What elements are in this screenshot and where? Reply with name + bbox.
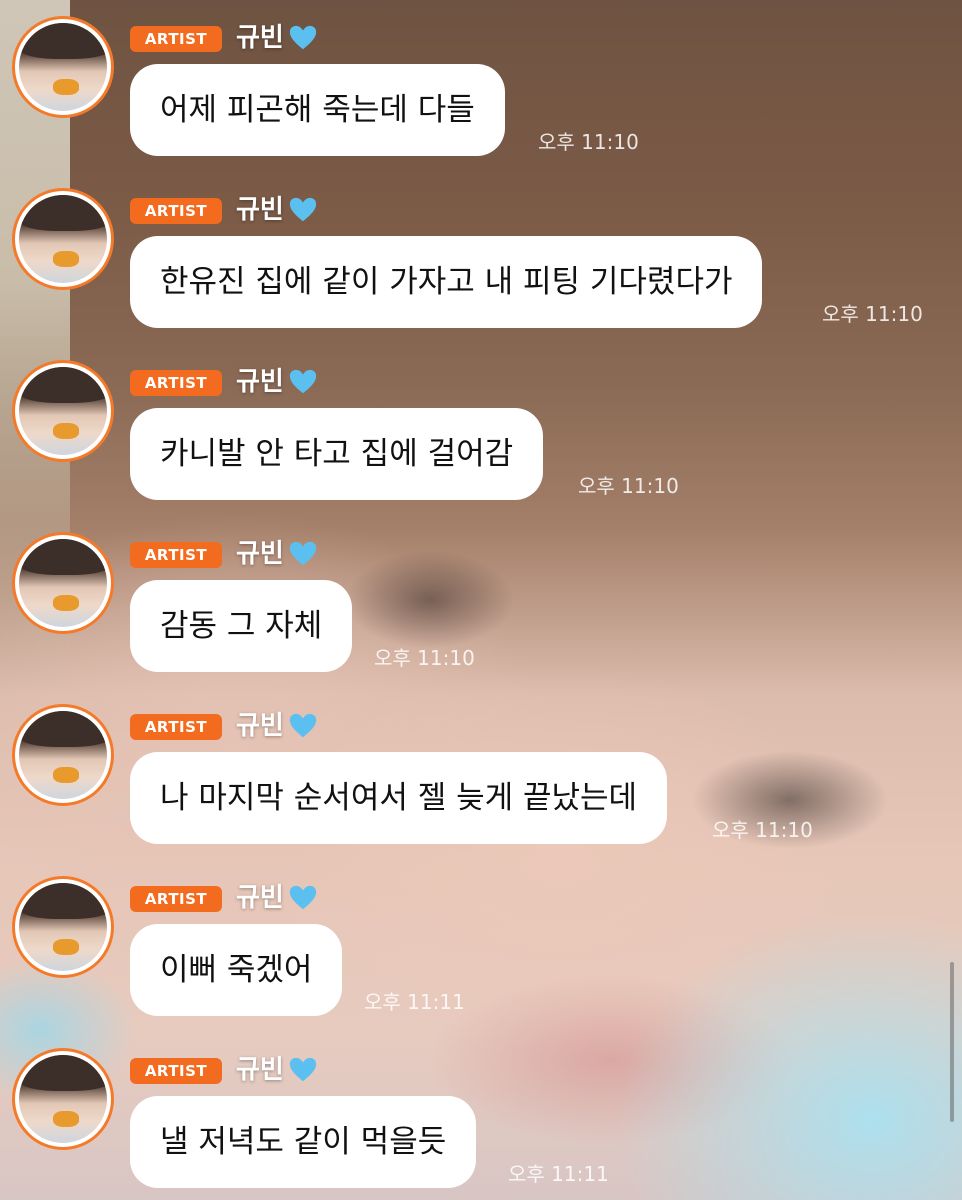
- artist-avatar[interactable]: [12, 188, 114, 290]
- chat-message: ARTIST 규빈 이뻐 죽겠어 오후 11:11: [0, 860, 962, 1032]
- chat-message: ARTIST 규빈 한유진 집에 같이 가자고 내 피팅 기다렸다가 오후 11…: [0, 172, 962, 344]
- artist-badge: ARTIST: [130, 714, 222, 740]
- message-bubble[interactable]: 이뻐 죽겠어: [130, 924, 343, 1016]
- message-time: 오후 11:10: [578, 474, 679, 498]
- chat-message: ARTIST 규빈 감동 그 자체 오후 11:10: [0, 516, 962, 688]
- message-time: 오후 11:10: [822, 302, 923, 326]
- artist-badge: ARTIST: [130, 198, 222, 224]
- scrollbar[interactable]: [950, 962, 954, 1122]
- sender-name-text: 규빈: [236, 1055, 284, 1085]
- sender-name-text: 규빈: [236, 711, 284, 741]
- artist-avatar[interactable]: [12, 532, 114, 634]
- sender-name-text: 규빈: [236, 23, 284, 53]
- sender-name: 규빈: [236, 192, 318, 228]
- sender-name-text: 규빈: [236, 883, 284, 913]
- message-time: 오후 11:10: [538, 130, 639, 154]
- message-bubble[interactable]: 감동 그 자체: [130, 580, 353, 672]
- sender-name: 규빈: [236, 20, 318, 56]
- chat-message: ARTIST 규빈 나 마지막 순서여서 젤 늦게 끝났는데 오후 11:10: [0, 688, 962, 860]
- message-bubble[interactable]: 한유진 집에 같이 가자고 내 피팅 기다렸다가: [130, 236, 763, 328]
- chat-message: ARTIST 규빈 카니발 안 타고 집에 걸어감 오후 11:10: [0, 344, 962, 516]
- message-bubble[interactable]: 나 마지막 순서여서 젤 늦게 끝났는데: [130, 752, 668, 844]
- blue-heart-icon: [289, 25, 316, 50]
- sender-name: 규빈: [236, 708, 318, 744]
- message-time: 오후 11:11: [508, 1162, 609, 1186]
- chat-message: ARTIST 규빈 낼 저녁도 같이 먹을듯 오후 11:11: [0, 1032, 962, 1200]
- sender-name: 규빈: [236, 880, 318, 916]
- message-time: 오후 11:10: [374, 646, 475, 670]
- chat-message: ARTIST 규빈 어제 피곤해 죽는데 다들 오후 11:10: [0, 0, 962, 172]
- blue-heart-icon: [289, 713, 316, 738]
- blue-heart-icon: [289, 197, 316, 222]
- blue-heart-icon: [289, 369, 316, 394]
- blue-heart-icon: [289, 885, 316, 910]
- artist-avatar[interactable]: [12, 704, 114, 806]
- artist-avatar[interactable]: [12, 360, 114, 462]
- sender-name: 규빈: [236, 1052, 318, 1088]
- artist-avatar[interactable]: [12, 1048, 114, 1150]
- artist-badge: ARTIST: [130, 370, 222, 396]
- blue-heart-icon: [289, 1057, 316, 1082]
- sender-name: 규빈: [236, 364, 318, 400]
- artist-badge: ARTIST: [130, 1058, 222, 1084]
- chat-screen: ARTIST 규빈 어제 피곤해 죽는데 다들 오후 11:10 ARTIST …: [0, 0, 962, 1200]
- artist-badge: ARTIST: [130, 886, 222, 912]
- sender-name: 규빈: [236, 536, 318, 572]
- sender-name-text: 규빈: [236, 539, 284, 569]
- artist-badge: ARTIST: [130, 542, 222, 568]
- message-bubble[interactable]: 카니발 안 타고 집에 걸어감: [130, 408, 544, 500]
- blue-heart-icon: [289, 541, 316, 566]
- artist-badge: ARTIST: [130, 26, 222, 52]
- artist-avatar[interactable]: [12, 16, 114, 118]
- message-time: 오후 11:11: [364, 990, 465, 1014]
- sender-name-text: 규빈: [236, 367, 284, 397]
- sender-name-text: 규빈: [236, 195, 284, 225]
- artist-avatar[interactable]: [12, 876, 114, 978]
- message-time: 오후 11:10: [712, 818, 813, 842]
- message-bubble[interactable]: 낼 저녁도 같이 먹을듯: [130, 1096, 477, 1188]
- message-bubble[interactable]: 어제 피곤해 죽는데 다들: [130, 64, 505, 156]
